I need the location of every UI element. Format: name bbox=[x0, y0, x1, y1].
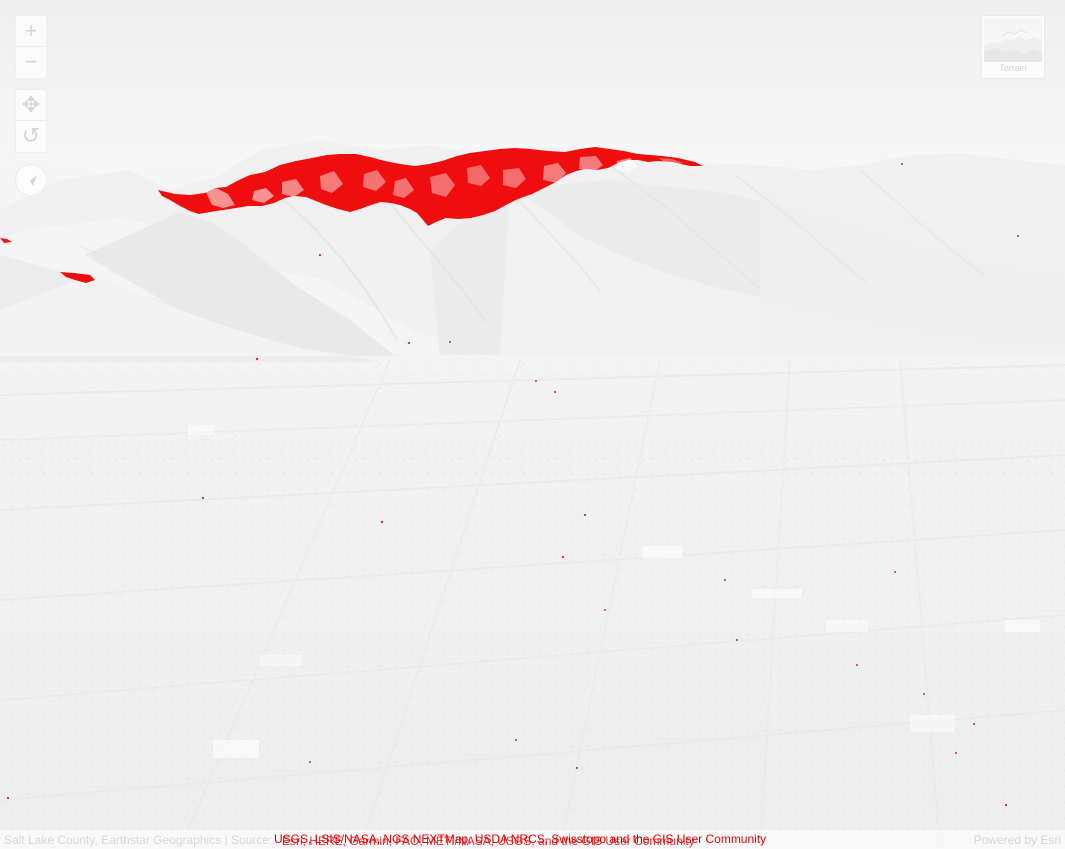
zoom-in-button[interactable]: + bbox=[16, 16, 46, 46]
basemap-label: Terrain bbox=[999, 63, 1027, 73]
attribution-overlay-secondary: Esri, HERE, Garmin, FAO, METI/NASA, USGS… bbox=[282, 834, 695, 848]
powered-by-link[interactable]: Powered by Esri bbox=[974, 834, 1061, 846]
terrain-thumbnail-art bbox=[984, 18, 1042, 62]
pan-icon[interactable]: ✥ bbox=[16, 90, 46, 120]
map-canvas[interactable] bbox=[0, 0, 1065, 849]
rotate-icon[interactable]: ↺ bbox=[16, 120, 46, 151]
attribution-text-group: Salt Lake County, Earthstar Geographics … bbox=[4, 830, 766, 849]
attribution-bar: Salt Lake County, Earthstar Geographics … bbox=[0, 830, 1065, 849]
zoom-controls: + − bbox=[15, 15, 47, 79]
basemap-toggle[interactable]: Terrain bbox=[981, 15, 1045, 79]
terrain-thumbnail-icon bbox=[984, 18, 1042, 62]
3d-map-scene[interactable]: + − ✥ ↺ Terrain Salt Lake County, Earths… bbox=[0, 0, 1065, 849]
compass-icon[interactable] bbox=[15, 164, 47, 196]
zoom-out-button[interactable]: − bbox=[16, 46, 46, 77]
compass-needle-icon bbox=[25, 175, 37, 186]
navigation-controls: ✥ ↺ bbox=[15, 89, 47, 153]
attribution-overlay-primary: USGS, LSIS/NASA, NGS NEXTMap, USDA NRCS,… bbox=[274, 832, 767, 846]
attribution-base-text: Salt Lake County, Earthstar Geographics … bbox=[4, 832, 273, 847]
